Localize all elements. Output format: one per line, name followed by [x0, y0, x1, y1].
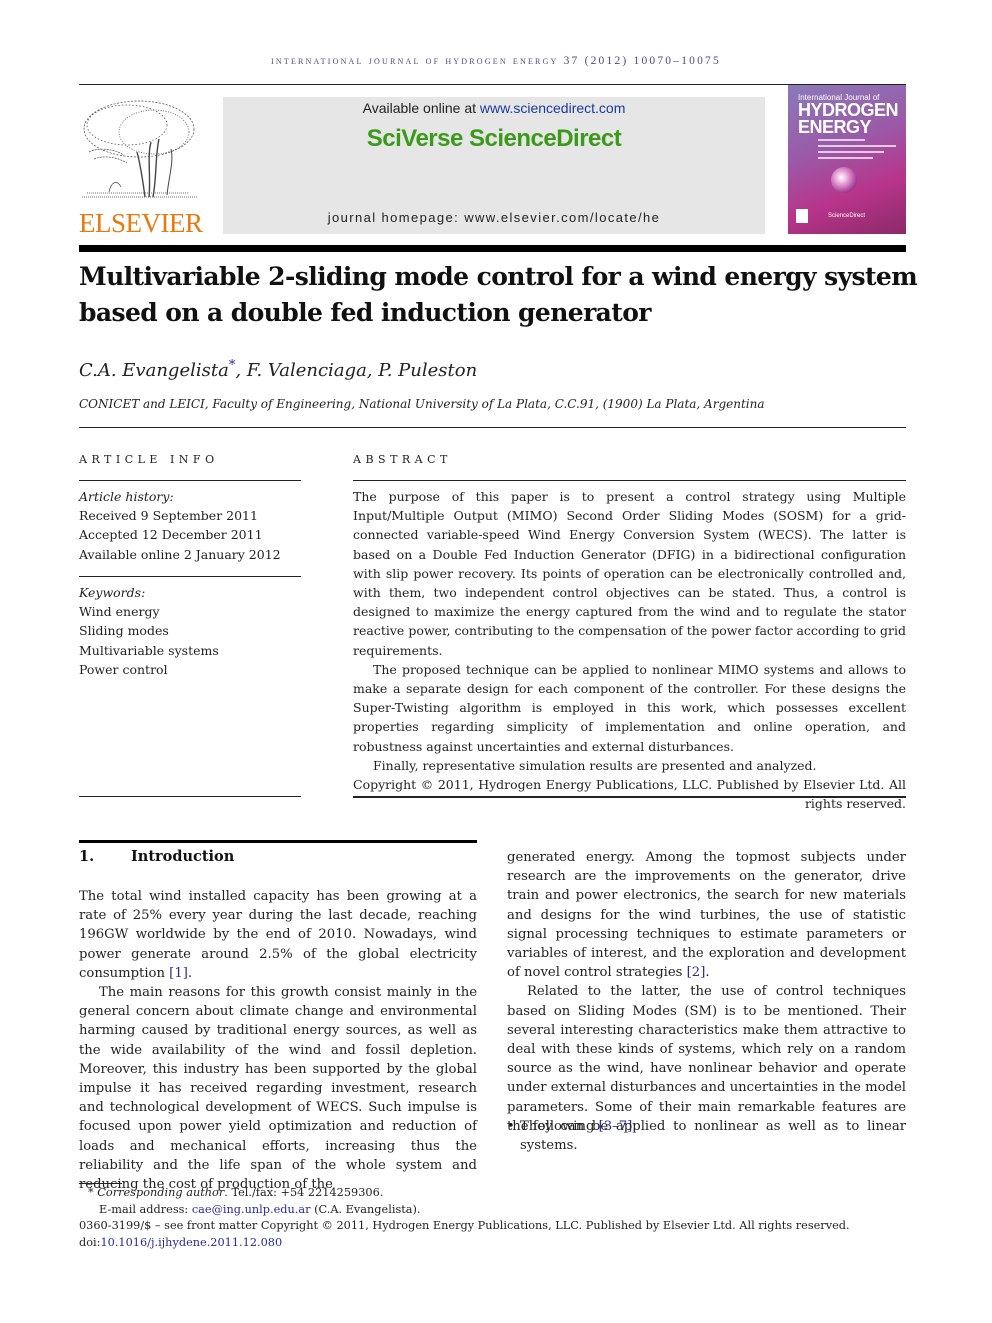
bullet-icon: •: [507, 1119, 515, 1134]
cover-ihe-logo-icon: [796, 209, 808, 223]
corresponding-author-note: * Corresponding author. Tel./fax: +54 22…: [79, 1185, 850, 1202]
citation-link[interactable]: [1]: [169, 966, 188, 981]
tree-icon: [82, 100, 197, 198]
affiliation-rule: [79, 427, 906, 428]
history-received: Received 9 September 2011: [79, 508, 258, 524]
authors: C.A. Evangelista*, F. Valenciaga, P. Pul…: [79, 359, 478, 381]
history-rule: [79, 576, 301, 577]
article-title: Multivariable 2-sliding mode control for…: [79, 262, 918, 327]
keywords-label: Keywords:: [79, 585, 146, 600]
header-thick-rule: [79, 245, 906, 252]
corresponding-label: Corresponding author: [97, 1186, 225, 1199]
keywords: Keywords: Wind energy Sliding modes Mult…: [79, 583, 301, 679]
sciverse-brand[interactable]: SciVerse ScienceDirect: [223, 125, 765, 153]
top-rule: [79, 84, 906, 85]
available-online-prefix: Available online at: [362, 100, 480, 116]
email-label: E-mail address:: [99, 1202, 192, 1216]
keyword: Sliding modes: [79, 623, 169, 639]
sciencedirect-banner: Available online at www.sciencedirect.co…: [223, 97, 765, 234]
doi-line: doi:10.1016/j.ijhydene.2011.12.080: [79, 1235, 850, 1252]
history-accepted: Accepted 12 December 2011: [79, 527, 263, 543]
intro-text: .: [705, 965, 710, 981]
email-note: E-mail address: cae@ing.unlp.edu.ar (C.A…: [79, 1202, 850, 1219]
article-history: Article history: Received 9 September 20…: [79, 487, 301, 564]
bullet-text: They can be applied to nonlinear as well…: [520, 1119, 906, 1154]
info-bottom-rule: [79, 796, 301, 797]
abstract-paragraph: The purpose of this paper is to present …: [353, 489, 906, 658]
intro-rule: [79, 840, 477, 843]
issn-line: 0360-3199/$ – see front matter Copyright…: [79, 1219, 850, 1232]
intro-paragraph: Related to the latter, the use of contro…: [507, 982, 906, 1136]
keyword: Wind energy: [79, 604, 160, 620]
author-evangelista[interactable]: C.A. Evangelista: [79, 360, 229, 381]
intro-text: Related to the latter, the use of contro…: [507, 984, 906, 1134]
running-head: INTERNATIONAL JOURNAL OF HYDROGEN ENERGY…: [271, 55, 721, 67]
cover-editors: [818, 139, 896, 163]
abstract-paragraph: Finally, representative simulation resul…: [373, 757, 817, 773]
abstract-label: ABSTRACT: [353, 453, 452, 466]
abstract-copyright: Copyright © 2011, Hydrogen Energy Public…: [353, 777, 906, 812]
corresponding-contact: . Tel./fax: +54 2214259306.: [224, 1186, 384, 1199]
footnote-mark: *: [88, 1186, 94, 1199]
history-label: Article history:: [79, 489, 174, 504]
keyword: Multivariable systems: [79, 642, 219, 658]
abstract-bottom-rule: [353, 796, 906, 798]
cover-orb-icon: [831, 167, 857, 193]
doi-prefix: doi:: [79, 1235, 101, 1249]
intro-left-column: The total wind installed capacity has be…: [79, 887, 477, 1194]
article-info-rule: [79, 480, 301, 481]
article-info-label: ARTICLE INFO: [79, 453, 219, 466]
footnote-rule: [79, 1183, 122, 1184]
affiliation: CONICET and LEICI, Faculty of Engineerin…: [79, 397, 765, 411]
history-online: Available online 2 January 2012: [79, 546, 281, 562]
cover-title-line3: ENERGY: [798, 117, 872, 137]
keyword: Power control: [79, 661, 168, 677]
intro-paragraph: generated energy. Among the topmost subj…: [507, 848, 906, 982]
email-owner: (C.A. Evangelista).: [310, 1202, 421, 1216]
intro-text: generated energy. Among the topmost subj…: [507, 850, 906, 981]
email-link[interactable]: cae@ing.unlp.edu.ar: [192, 1203, 311, 1216]
intro-text: The total wind installed capacity has be…: [79, 889, 477, 981]
citation-link[interactable]: [2]: [687, 965, 706, 980]
intro-paragraph: The main reasons for this growth consist…: [79, 985, 477, 1193]
section-heading-introduction: 1. Introduction: [79, 848, 234, 865]
intro-right-column: generated energy. Among the topmost subj…: [507, 848, 906, 1136]
cover-title-main: HYDROGEN ENERGY: [798, 101, 899, 137]
section-number: 1.: [79, 848, 95, 865]
elsevier-logo[interactable]: ELSEVIER: [79, 97, 203, 238]
available-online: Available online at www.sciencedirect.co…: [223, 100, 765, 116]
cover-footer: ScienceDirect: [828, 213, 866, 219]
intro-paragraph: The total wind installed capacity has be…: [79, 887, 477, 983]
abstract-rule: [353, 480, 906, 481]
section-title: Introduction: [131, 848, 235, 865]
doi-link[interactable]: 10.1016/j.ijhydene.2011.12.080: [100, 1236, 282, 1249]
elsevier-wordmark: ELSEVIER: [79, 208, 203, 238]
footnotes: * Corresponding author. Tel./fax: +54 22…: [79, 1185, 850, 1251]
journal-homepage[interactable]: journal homepage: www.elsevier.com/locat…: [223, 210, 765, 225]
abstract-paragraph: The proposed technique can be applied to…: [353, 661, 906, 754]
other-authors: , F. Valenciaga, P. Puleston: [235, 360, 478, 381]
abstract-body: The purpose of this paper is to present …: [353, 487, 906, 813]
sciencedirect-link[interactable]: www.sciencedirect.com: [480, 100, 626, 116]
intro-text: .: [187, 965, 193, 981]
journal-cover[interactable]: International Journal of HYDROGEN ENERGY …: [788, 85, 906, 234]
